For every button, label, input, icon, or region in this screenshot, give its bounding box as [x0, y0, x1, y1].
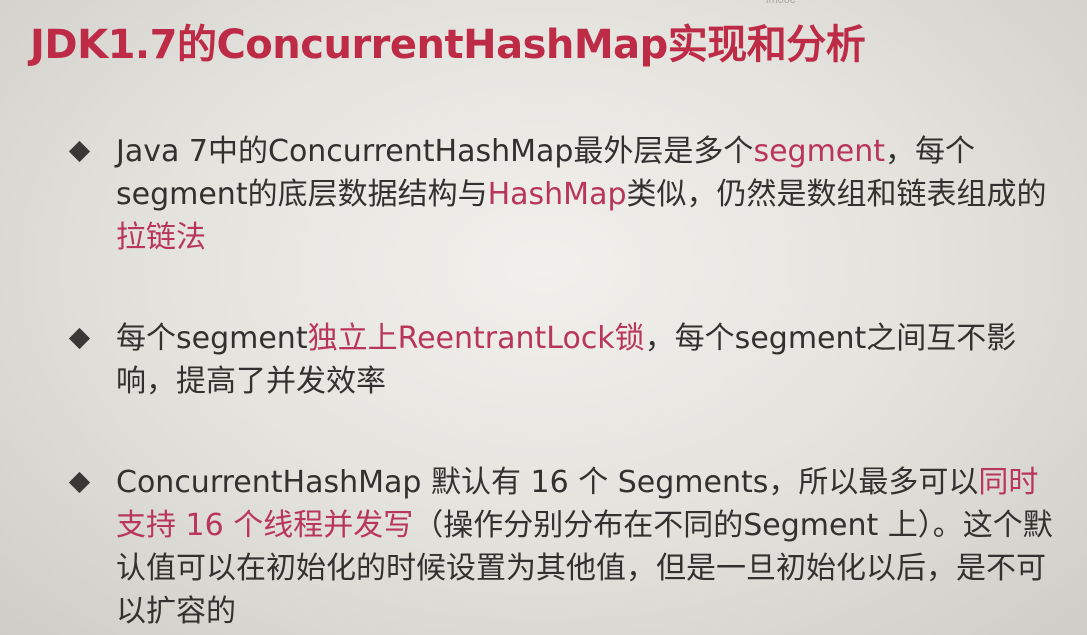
watermark: imooc — [766, 0, 796, 6]
diamond-bullet-icon — [68, 327, 91, 350]
bullet-text: 每个segment独立上ReentrantLock锁，每个segment之间互不… — [116, 321, 1016, 399]
text-segment: 每个segment — [116, 321, 308, 356]
bullet-item-default-segments: ConcurrentHashMap 默认有 16 个 Segments，所以最多… — [66, 461, 1056, 633]
highlight-hashmap: HashMap — [487, 177, 627, 212]
bullet-item-segment-lock: 每个segment独立上ReentrantLock锁，每个segment之间互不… — [66, 317, 1056, 403]
slide-title: JDK1.7的ConcurrentHashMap实现和分析 — [30, 22, 866, 68]
text-segment: ConcurrentHashMap 默认有 16 个 Segments，所以最多… — [116, 465, 979, 500]
bullet-item-segment-structure: Java 7中的ConcurrentHashMap最外层是多个segment，每… — [66, 130, 1056, 259]
diamond-bullet-icon — [68, 140, 91, 163]
highlight-chaining: 拉链法 — [116, 220, 206, 255]
text-segment: 类似，仍然是数组和链表组成的 — [626, 177, 1047, 212]
text-segment: Java 7中的ConcurrentHashMap最外层是多个 — [116, 134, 754, 169]
highlight-segment: segment — [753, 134, 886, 169]
bullet-text: ConcurrentHashMap 默认有 16 个 Segments，所以最多… — [116, 465, 1053, 629]
bullet-list: Java 7中的ConcurrentHashMap最外层是多个segment，每… — [66, 130, 1056, 633]
bullet-text: Java 7中的ConcurrentHashMap最外层是多个segment，每… — [116, 134, 1047, 255]
highlight-reentrantlock: 独立上ReentrantLock锁 — [307, 321, 645, 356]
diamond-bullet-icon — [68, 471, 91, 494]
